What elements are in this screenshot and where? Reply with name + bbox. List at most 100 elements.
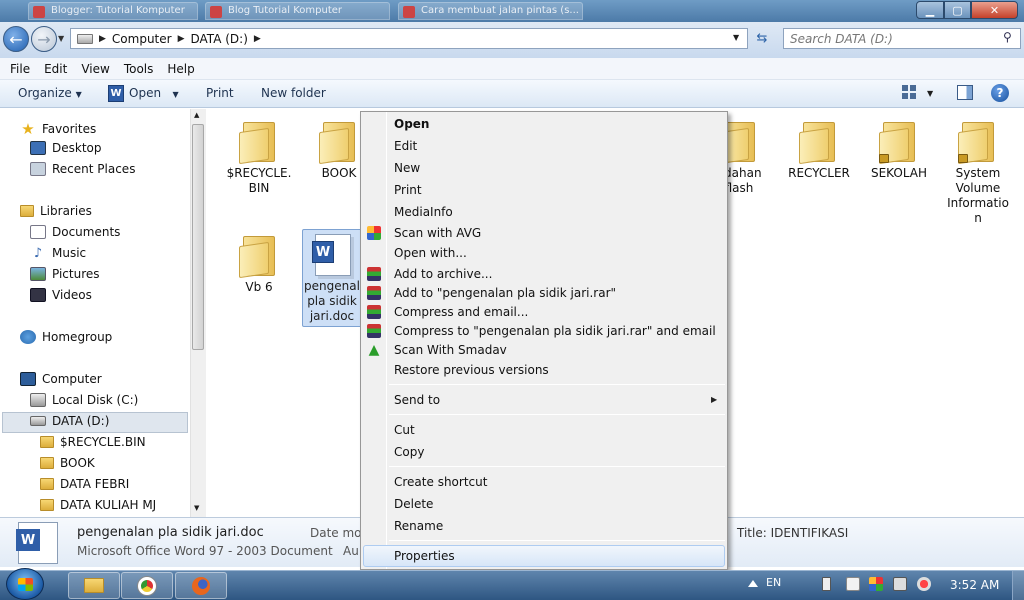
nav-desktop[interactable]: Desktop [30,141,102,155]
recent-pages-dropdown[interactable]: ▼ [58,34,64,43]
chevron-right-icon[interactable]: ▶ [99,34,106,44]
ctx-add-rar[interactable]: Add to "pengenalan pla sidik jari.rar" [394,286,616,300]
folder-icon [879,116,919,165]
menu-divider [389,414,725,415]
refresh-button[interactable]: ⇆ [752,28,772,49]
show-desktop-button[interactable] [1012,571,1024,600]
battery-icon[interactable] [822,577,831,591]
organize-button[interactable]: Organize ▼ [18,86,82,100]
search-input[interactable]: Search DATA (D:) [783,28,1021,49]
nav-videos[interactable]: Videos [30,288,92,302]
ctx-delete[interactable]: Delete [394,497,433,511]
folder-recycle-bin[interactable]: $RECYCLE. BIN [222,116,296,196]
nav-data-d[interactable]: DATA (D:) [30,414,109,428]
open-button[interactable]: Open ▼ [129,86,179,100]
taskbar-chrome[interactable] [121,572,173,599]
chrome-icon [138,576,156,595]
nav-pictures[interactable]: Pictures [30,267,100,281]
back-button[interactable]: ← [3,26,29,52]
menu-tools[interactable]: Tools [124,62,154,76]
menu-file[interactable]: File [10,62,30,76]
scroll-up-icon[interactable]: ▲ [194,111,199,119]
firefox-icon [192,576,210,595]
nav-documents[interactable]: Documents [30,225,120,239]
nav-music[interactable]: ♪ Music [30,246,86,261]
print-button[interactable]: Print [206,86,234,100]
ctx-edit[interactable]: Edit [394,139,417,153]
ctx-copy[interactable]: Copy [394,445,424,459]
folder-vb6[interactable]: Vb 6 [222,230,296,295]
ctx-cut[interactable]: Cut [394,423,415,437]
nav-favorites[interactable]: ★ Favorites [20,120,96,138]
change-view-icon[interactable] [902,85,916,99]
nav-computer[interactable]: Computer [20,372,102,386]
menu-edit[interactable]: Edit [44,62,67,76]
ctx-new[interactable]: New [394,161,420,175]
ctx-scan-avg[interactable]: Scan with AVG [394,226,481,240]
volume-muted-icon[interactable] [917,577,931,591]
nav-subfolder[interactable]: BOOK [40,456,95,470]
chevron-right-icon[interactable]: ▶ [178,34,185,44]
new-folder-button[interactable]: New folder [261,86,326,100]
ctx-compress-email[interactable]: Compress and email... [394,305,528,319]
action-center-icon[interactable] [846,577,860,591]
nav-scroll-thumb[interactable] [192,124,204,350]
pictures-icon [30,267,46,281]
ctx-open[interactable]: Open [394,117,429,131]
folder-icon [40,499,54,511]
help-icon[interactable]: ? [991,84,1009,102]
breadcrumb-data-d[interactable]: DATA (D:) [191,32,248,46]
clock[interactable]: 3:52 AM [950,578,999,592]
search-icon[interactable]: ⚲ [1003,30,1017,44]
blogger-icon [210,6,222,18]
nav-subfolder[interactable]: DATA KULIAH MJ [40,498,156,512]
ctx-compress-rar-email[interactable]: Compress to "pengenalan pla sidik jari.r… [394,324,716,338]
ctx-mediainfo[interactable]: MediaInfo [394,205,453,219]
ctx-rename[interactable]: Rename [394,519,443,533]
maximize-button[interactable]: ▢ [944,1,971,19]
folder-system-volume-information[interactable]: System Volume Informatio n [942,116,1014,226]
start-button[interactable] [6,568,44,600]
view-dropdown[interactable]: ▼ [927,89,933,98]
lock-icon [958,154,968,163]
nav-subfolder[interactable]: $RECYCLE.BIN [40,435,146,449]
nav-libraries[interactable]: Libraries [20,204,92,218]
folder-recycler[interactable]: RECYCLER [782,116,856,181]
nav-homegroup[interactable]: Homegroup [20,330,112,344]
close-button[interactable]: ✕ [971,1,1018,19]
menu-view[interactable]: View [81,62,109,76]
chevron-right-icon[interactable]: ▶ [254,34,261,44]
language-indicator[interactable]: EN [766,576,781,589]
minimize-button[interactable]: ▁ [916,1,944,19]
nav-recent-places[interactable]: Recent Places [30,162,135,176]
word-document-icon: W [312,234,351,276]
address-bar[interactable]: ▶ Computer ▶ DATA (D:) ▶ [70,28,748,49]
ctx-restore-versions[interactable]: Restore previous versions [394,363,549,377]
ctx-add-archive[interactable]: Add to archive... [394,267,492,281]
ctx-print[interactable]: Print [394,183,422,197]
nav-subfolder[interactable]: DATA FEBRI [40,477,129,491]
network-icon[interactable] [893,577,907,591]
ctx-smadav[interactable]: Scan With Smadav [394,343,507,357]
forward-button[interactable]: → [31,26,57,52]
address-dropdown[interactable]: ▼ [733,33,739,42]
taskbar-explorer[interactable] [68,572,120,599]
breadcrumb-computer[interactable]: Computer [112,32,172,46]
preview-pane-icon[interactable] [957,85,973,100]
drive-icon [30,393,46,407]
scroll-down-icon[interactable]: ▼ [194,504,199,512]
avg-tray-icon[interactable] [869,577,883,591]
ctx-open-with[interactable]: Open with... [394,246,467,260]
menu-help[interactable]: Help [167,62,194,76]
taskbar-firefox[interactable] [175,572,227,599]
folder-icon [319,116,359,165]
ctx-properties[interactable]: Properties [394,549,455,563]
details-title[interactable]: Title: IDENTIFIKASI [737,526,848,540]
ctx-create-shortcut[interactable]: Create shortcut [394,475,487,489]
recent-places-icon [30,162,46,176]
smadav-icon: ▲ [368,342,380,358]
nav-local-disk[interactable]: Local Disk (C:) [30,393,138,407]
ctx-send-to[interactable]: Send to [394,393,440,407]
tray-expand-icon[interactable] [748,575,758,587]
folder-sekolah[interactable]: SEKOLAH [862,116,936,181]
